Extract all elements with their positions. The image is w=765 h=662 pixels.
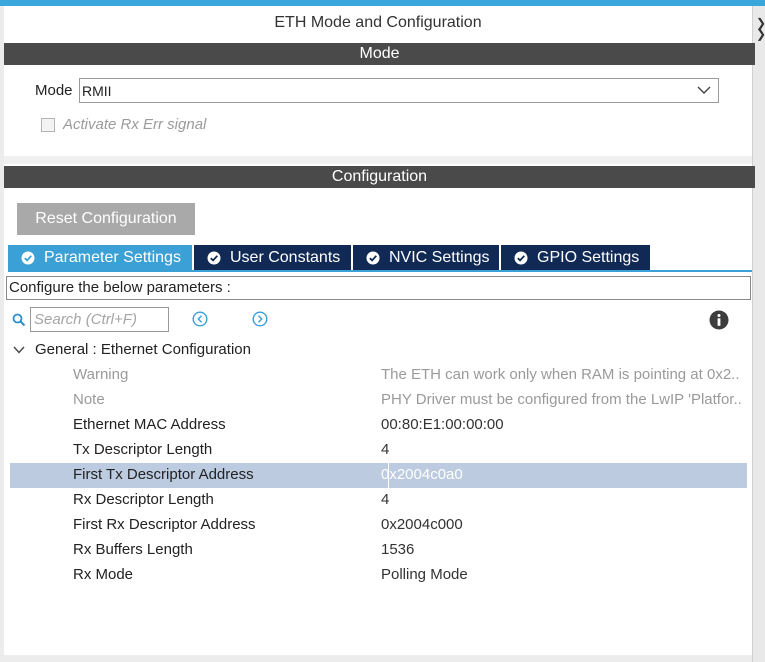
param-row-warning[interactable]: Warning The ETH can work only when RAM i… — [10, 363, 747, 388]
activate-rx-err-checkbox[interactable] — [41, 118, 55, 132]
tab-underline — [8, 270, 752, 272]
param-name: Tx Descriptor Length — [73, 441, 213, 458]
vertical-scrollbar[interactable] — [752, 6, 765, 662]
panel-splitter-icon[interactable]: ❯❯ — [756, 17, 765, 40]
param-row-mac-address[interactable]: Ethernet MAC Address 00:80:E1:00:00:00 — [10, 413, 747, 438]
param-name: Ethernet MAC Address — [73, 416, 226, 433]
panel-title: ETH Mode and Configuration — [274, 14, 482, 31]
info-icon[interactable] — [709, 310, 729, 330]
reset-configuration-button[interactable]: Reset Configuration — [17, 203, 195, 235]
param-row-rx-mode[interactable]: Rx Mode Polling Mode — [10, 563, 747, 588]
param-name: First Rx Descriptor Address — [73, 516, 256, 533]
activate-rx-err-label: Activate Rx Err signal — [63, 116, 207, 133]
param-value: 0x2004c000 — [381, 516, 463, 533]
param-name: Note — [73, 391, 105, 408]
param-value: The ETH can work only when RAM is pointi… — [381, 366, 740, 383]
tab-parameter-settings[interactable]: Parameter Settings — [8, 245, 192, 271]
tab-gpio-settings[interactable]: GPIO Settings — [501, 245, 650, 271]
param-row-first-tx-descriptor-address[interactable]: First Tx Descriptor Address 0x2004c0a0 — [10, 463, 747, 488]
param-value: 4 — [381, 441, 390, 458]
tab-label: User Constants — [230, 249, 341, 266]
tab-label: GPIO Settings — [537, 249, 640, 266]
previous-icon[interactable] — [192, 311, 208, 327]
param-value: 4 — [381, 491, 390, 508]
next-icon[interactable] — [252, 311, 268, 327]
mode-select-value: RMII — [82, 83, 112, 99]
param-row-rx-buffers-length[interactable]: Rx Buffers Length 1536 — [10, 538, 747, 563]
param-row-tx-descriptor-length[interactable]: Tx Descriptor Length 4 — [10, 438, 747, 463]
chevron-down-icon[interactable] — [13, 345, 25, 355]
mode-label: Mode — [35, 82, 73, 99]
search-icon — [12, 313, 26, 327]
configuration-section-header: Configuration — [4, 166, 755, 188]
param-value: PHY Driver must be configured from the L… — [381, 391, 742, 408]
instruction-text: Configure the below parameters : — [6, 276, 751, 300]
bottom-border — [0, 655, 752, 662]
tab-label: Parameter Settings — [44, 249, 181, 266]
param-name: Warning — [73, 366, 129, 383]
param-value: 1536 — [381, 541, 415, 558]
search-input[interactable] — [30, 307, 169, 332]
chevron-down-icon — [697, 86, 711, 94]
tab-nvic-settings[interactable]: NVIC Settings — [353, 245, 499, 271]
param-name: Rx Mode — [73, 566, 134, 583]
check-circle-icon — [21, 251, 35, 265]
param-value: 0x2004c0a0 — [381, 466, 463, 483]
param-name: First Tx Descriptor Address — [73, 466, 254, 483]
group-label[interactable]: General : Ethernet Configuration — [35, 341, 251, 358]
param-row-first-rx-descriptor-address[interactable]: First Rx Descriptor Address 0x2004c000 — [10, 513, 747, 538]
param-row-note[interactable]: Note PHY Driver must be configured from … — [10, 388, 747, 413]
mode-select[interactable]: RMII — [79, 78, 719, 103]
param-row-rx-descriptor-length[interactable]: Rx Descriptor Length 4 — [10, 488, 747, 513]
param-name: Rx Descriptor Length — [73, 491, 214, 508]
check-circle-icon — [514, 251, 528, 265]
left-border — [0, 6, 4, 662]
tab-user-constants[interactable]: User Constants — [194, 245, 351, 271]
section-divider — [4, 156, 752, 164]
check-circle-icon — [207, 251, 221, 265]
mode-section-header: Mode — [4, 43, 755, 65]
param-value: Polling Mode — [381, 566, 468, 583]
param-value: 00:80:E1:00:00:00 — [381, 416, 504, 433]
top-accent-bar — [0, 0, 765, 6]
check-circle-icon — [366, 251, 380, 265]
tab-label: NVIC Settings — [389, 249, 490, 266]
param-name: Rx Buffers Length — [73, 541, 193, 558]
